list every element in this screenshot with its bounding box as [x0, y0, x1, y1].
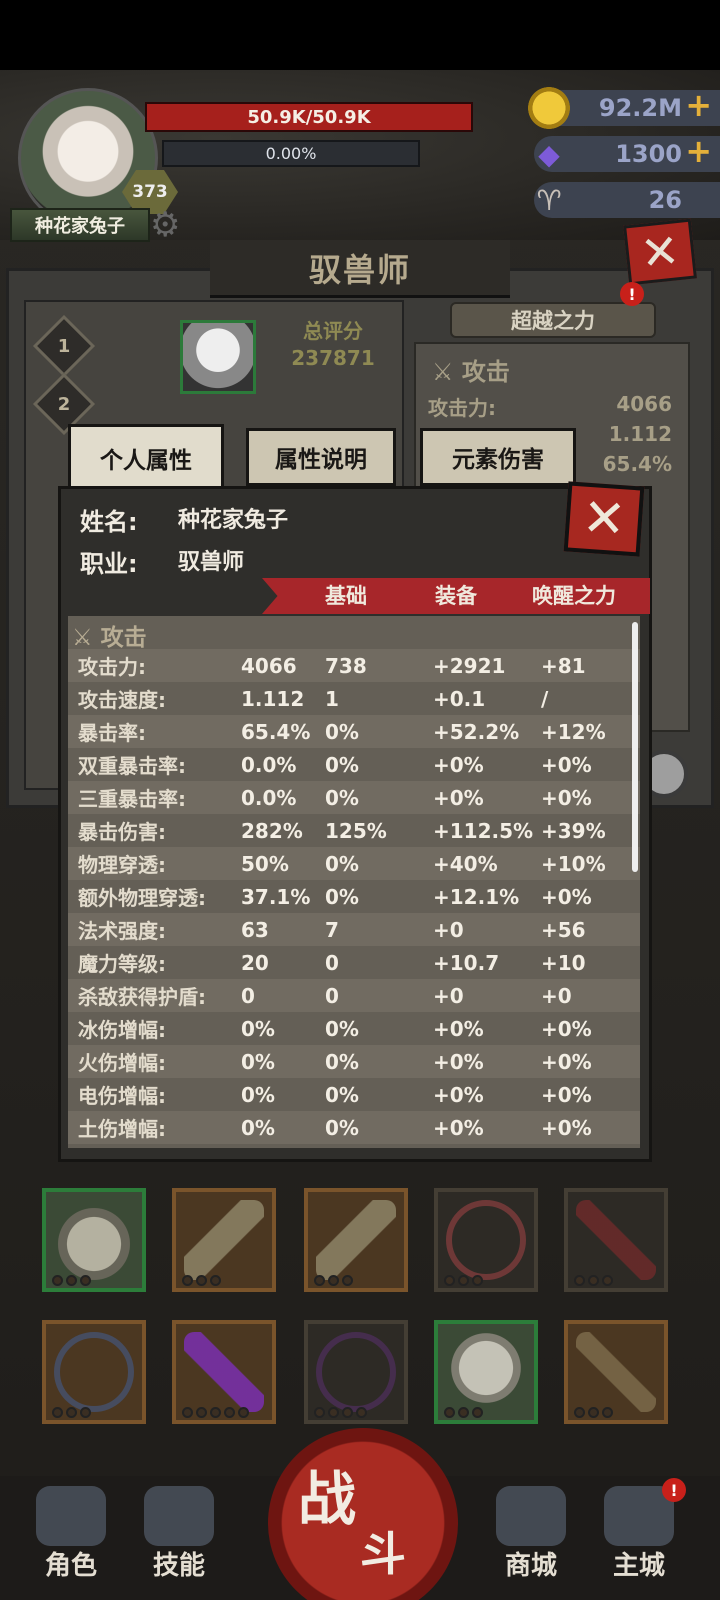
table-row: 杀敌获得护盾: 0 0 +0 +0	[68, 979, 640, 1012]
nav-skill-button[interactable]: 技能	[124, 1496, 234, 1600]
table-row: 额外物理穿透: 37.1% 0% +12.1% +0%	[78, 884, 592, 911]
ram-horn-icon: ♈	[536, 183, 562, 217]
panel-close-button[interactable]: ✕	[623, 218, 697, 286]
star-dots	[444, 1407, 483, 1418]
gem-counter: ◆ 1300 +	[534, 132, 720, 172]
crossbow-icon	[576, 1200, 656, 1280]
column-header-base: 基础	[325, 584, 367, 608]
nav-role-button[interactable]: 角色	[16, 1496, 126, 1600]
job-value: 驭兽师	[178, 550, 245, 575]
name-label: 姓名:	[80, 508, 138, 536]
star-dots	[574, 1275, 613, 1286]
transcend-power-button[interactable]: 超越之力	[450, 302, 656, 338]
table-row: 火伤增幅: 0% 0% +0% +0%	[68, 1045, 640, 1078]
helmet-icon	[54, 1200, 134, 1280]
table-row: 电伤增幅: 0% 0% +0% +0%	[78, 1082, 592, 1109]
quiver-icon	[184, 1200, 264, 1280]
equipment-slot-quiver-1[interactable]	[172, 1188, 276, 1292]
tab-element-damage[interactable]: 元素伤害	[420, 428, 576, 486]
bow-icon	[316, 1332, 396, 1412]
horn-counter: ♈ 26	[534, 182, 720, 218]
equipment-slot-bow-3[interactable]	[304, 1320, 408, 1424]
loadout-slot-2-label: 2	[57, 393, 71, 415]
star-dots	[52, 1275, 91, 1286]
table-row: 双重暴击率: 0.0% 0% +0% +0%	[78, 752, 592, 779]
add-gold-button[interactable]: +	[685, 86, 712, 124]
page-title: 驭兽师	[210, 240, 510, 298]
table-row: 魔力等级: 20 0 +10.7 +10	[78, 950, 586, 977]
table-row: 三重暴击率: 0.0% 0% +0% +0%	[68, 781, 640, 814]
table-row: 法术强度: 63 7 +0 +56	[68, 913, 640, 946]
equipment-slot-bow-2[interactable]	[42, 1320, 146, 1424]
equipment-slot-bow-1[interactable]	[434, 1188, 538, 1292]
gold-counter: 92.2M +	[528, 86, 720, 129]
xp-bar: 0.00%	[162, 140, 420, 167]
score-value: 237871	[291, 346, 375, 370]
star-dots	[314, 1275, 353, 1286]
character-portrait[interactable]	[180, 320, 256, 394]
star-dots	[182, 1275, 221, 1286]
column-header-equipment: 装备	[435, 584, 477, 608]
quiver-icon	[316, 1200, 396, 1280]
attack-summary-title: ⚔ 攻击	[432, 358, 510, 386]
equipment-slot-helmet[interactable]	[42, 1188, 146, 1292]
star-dots	[182, 1407, 249, 1418]
attribute-table[interactable]: ⚔ 攻击 攻击力: 4066 738 +2921 +81 攻击速度: 1.112 1 +0.1…	[68, 616, 640, 1148]
equipment-slot-crossbow-2[interactable]	[172, 1320, 276, 1424]
crossbow-icon	[184, 1332, 264, 1412]
attack-section-title: ⚔ 攻击	[72, 625, 147, 651]
name-value: 种花家兔子	[178, 508, 289, 533]
table-row: 攻击力: 4066 738 +2921 +81	[68, 649, 640, 682]
loadout-slot-1-label: 1	[57, 335, 71, 357]
tab-attribute-description[interactable]: 属性说明	[246, 428, 396, 486]
nav-city-button[interactable]: 主城	[584, 1496, 694, 1600]
star-dots	[314, 1407, 367, 1418]
column-header-awakening: 唤醒之力	[532, 584, 616, 608]
table-row: 攻击速度: 1.112 1 +0.1/	[78, 686, 549, 713]
equipment-slot-crossbow-3[interactable]	[564, 1320, 668, 1424]
table-row: 冰伤增幅: 0% 0% +0% +0%	[78, 1016, 592, 1043]
bow-icon	[446, 1200, 526, 1280]
hp-bar: 50.9K/50.9K	[145, 102, 473, 132]
armor-icon	[446, 1332, 526, 1412]
city-notification-badge: !	[662, 1478, 686, 1502]
table-row: 土伤增幅: 0% 0% +0% +0%	[68, 1111, 640, 1144]
equipment-slot-armor[interactable]	[434, 1320, 538, 1424]
table-row: 物理穿透: 50% 0% +40% +10%	[68, 847, 640, 880]
add-gem-button[interactable]: +	[685, 132, 712, 170]
job-label: 职业:	[80, 550, 138, 578]
gold-coin-icon	[528, 87, 570, 129]
settings-gear-icon[interactable]: ⚙	[150, 205, 180, 245]
purple-gem-icon: ◆	[538, 137, 560, 171]
tab-personal-attributes[interactable]: 个人属性	[68, 424, 224, 492]
star-dots	[444, 1275, 483, 1286]
crossbow-icon	[576, 1332, 656, 1412]
equipment-slot-quiver-2[interactable]	[304, 1188, 408, 1292]
bow-icon	[54, 1332, 134, 1412]
transcend-notification-badge: !	[620, 282, 644, 306]
table-scrollbar[interactable]	[632, 622, 638, 872]
summary-row: 攻击力: 4066	[428, 392, 672, 420]
table-row: 暴击率: 65.4% 0% +52.2% +12%	[68, 715, 640, 748]
player-name-plate: 种花家兔子	[10, 208, 150, 242]
dialog-close-button[interactable]: ✕	[563, 481, 645, 557]
nav-shop-button[interactable]: 商城	[476, 1496, 586, 1600]
battle-label-1: 战	[298, 1465, 357, 1533]
game-screen: 373 ⚙ 种花家兔子 50.9K/50.9K 0.00% 92.2M + ◆ …	[0, 0, 720, 1600]
star-dots	[52, 1407, 91, 1418]
star-dots	[574, 1407, 613, 1418]
table-row: 暴击伤害: 282% 125% +112.5% +39%	[78, 818, 606, 845]
equipment-slot-crossbow-1[interactable]	[564, 1188, 668, 1292]
score-label: 总评分	[303, 319, 363, 343]
battle-label-2: 斗	[360, 1527, 406, 1581]
